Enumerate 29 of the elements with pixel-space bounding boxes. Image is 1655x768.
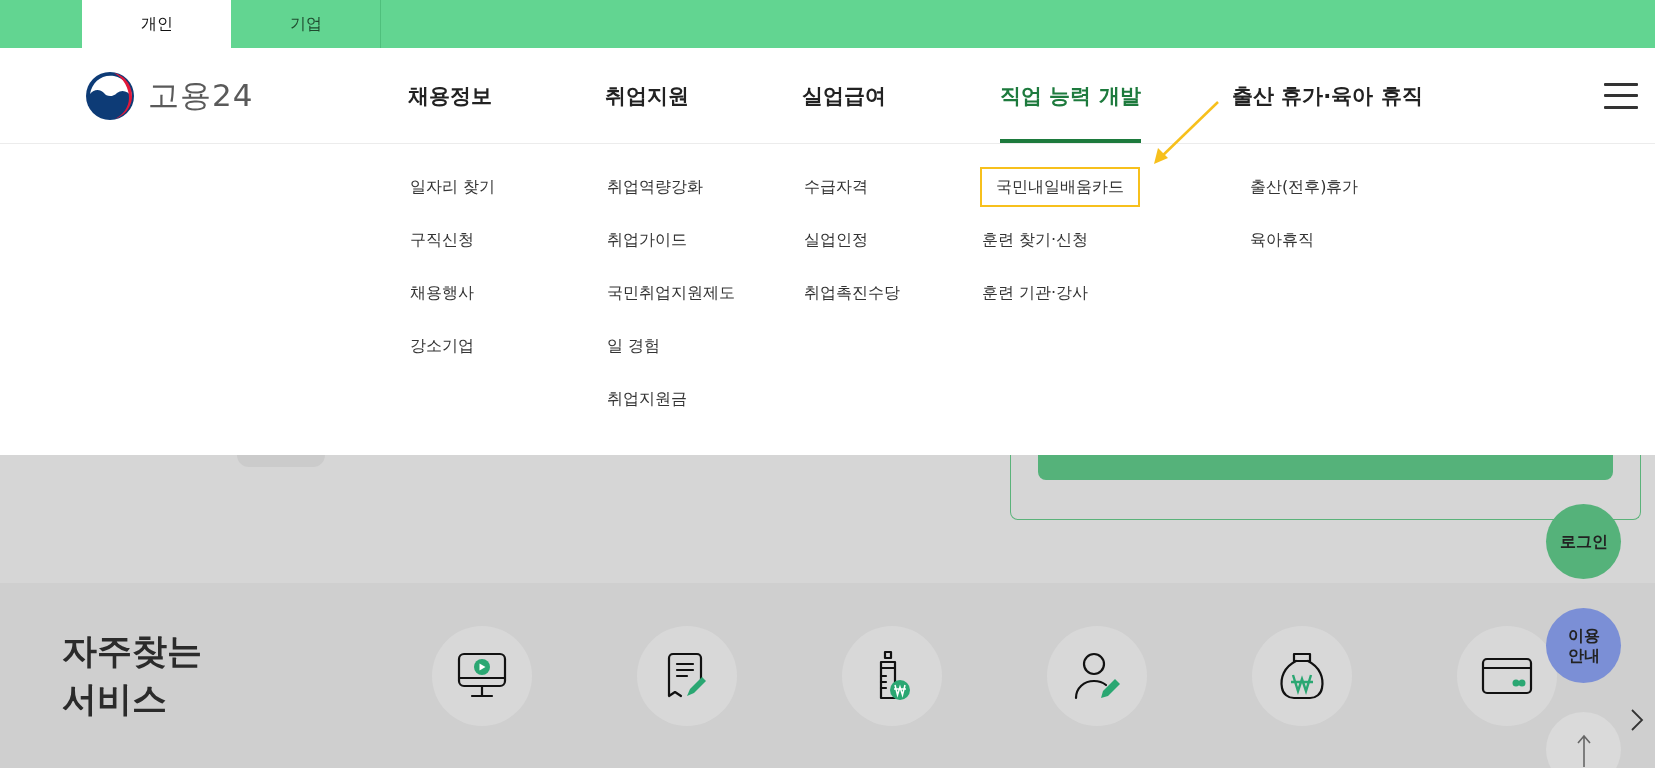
submenu-item[interactable]: 국민내일배움카드	[980, 167, 1140, 207]
submenu-item[interactable]: 취업지원금	[595, 379, 699, 419]
submenu-item[interactable]: 채용행사	[398, 273, 486, 313]
submenu-item[interactable]: 구직신청	[398, 220, 486, 260]
nav-menu-item[interactable]: 취업지원	[605, 48, 689, 143]
submenu-item[interactable]: 훈련 기관·강사	[970, 273, 1101, 313]
submenu-item[interactable]: 일 경험	[595, 326, 673, 366]
menu-icon[interactable]	[1604, 82, 1638, 109]
submenu-item[interactable]: 강소기업	[398, 326, 486, 366]
taegeuk-logo-icon[interactable]	[84, 69, 136, 122]
submenu-item[interactable]: 취업촉진수당	[792, 273, 912, 313]
submenu-item[interactable]: 수급자격	[792, 167, 880, 207]
submenu-item[interactable]: 국민취업지원제도	[595, 273, 747, 313]
logo-text[interactable]: 고용24	[148, 74, 254, 117]
login-button[interactable]: 로그인	[1546, 504, 1621, 579]
top-tab[interactable]: 개인	[82, 0, 231, 48]
section-title: 자주찾는 서비스	[62, 630, 203, 721]
nav-menu-item[interactable]: 채용정보	[408, 48, 492, 143]
chevron-right-icon[interactable]	[1630, 708, 1644, 732]
submenu-item[interactable]: 취업역량강화	[595, 167, 715, 207]
nav-menu-item[interactable]: 실업급여	[802, 48, 886, 143]
up-arrow-icon	[1575, 732, 1592, 767]
submenu-item[interactable]: 일자리 찾기	[398, 167, 508, 207]
submenu-item[interactable]: 훈련 찾기·신청	[970, 220, 1101, 260]
submenu-item[interactable]: 실업인정	[792, 220, 880, 260]
nav-menu-item[interactable]: 출산 휴가·육아 휴직	[1232, 77, 1423, 114]
submenu-item[interactable]: 취업가이드	[595, 220, 699, 260]
submenu-item[interactable]: 육아휴직	[1238, 220, 1326, 260]
submenu-item[interactable]: 출산(전후)휴가	[1238, 167, 1371, 207]
